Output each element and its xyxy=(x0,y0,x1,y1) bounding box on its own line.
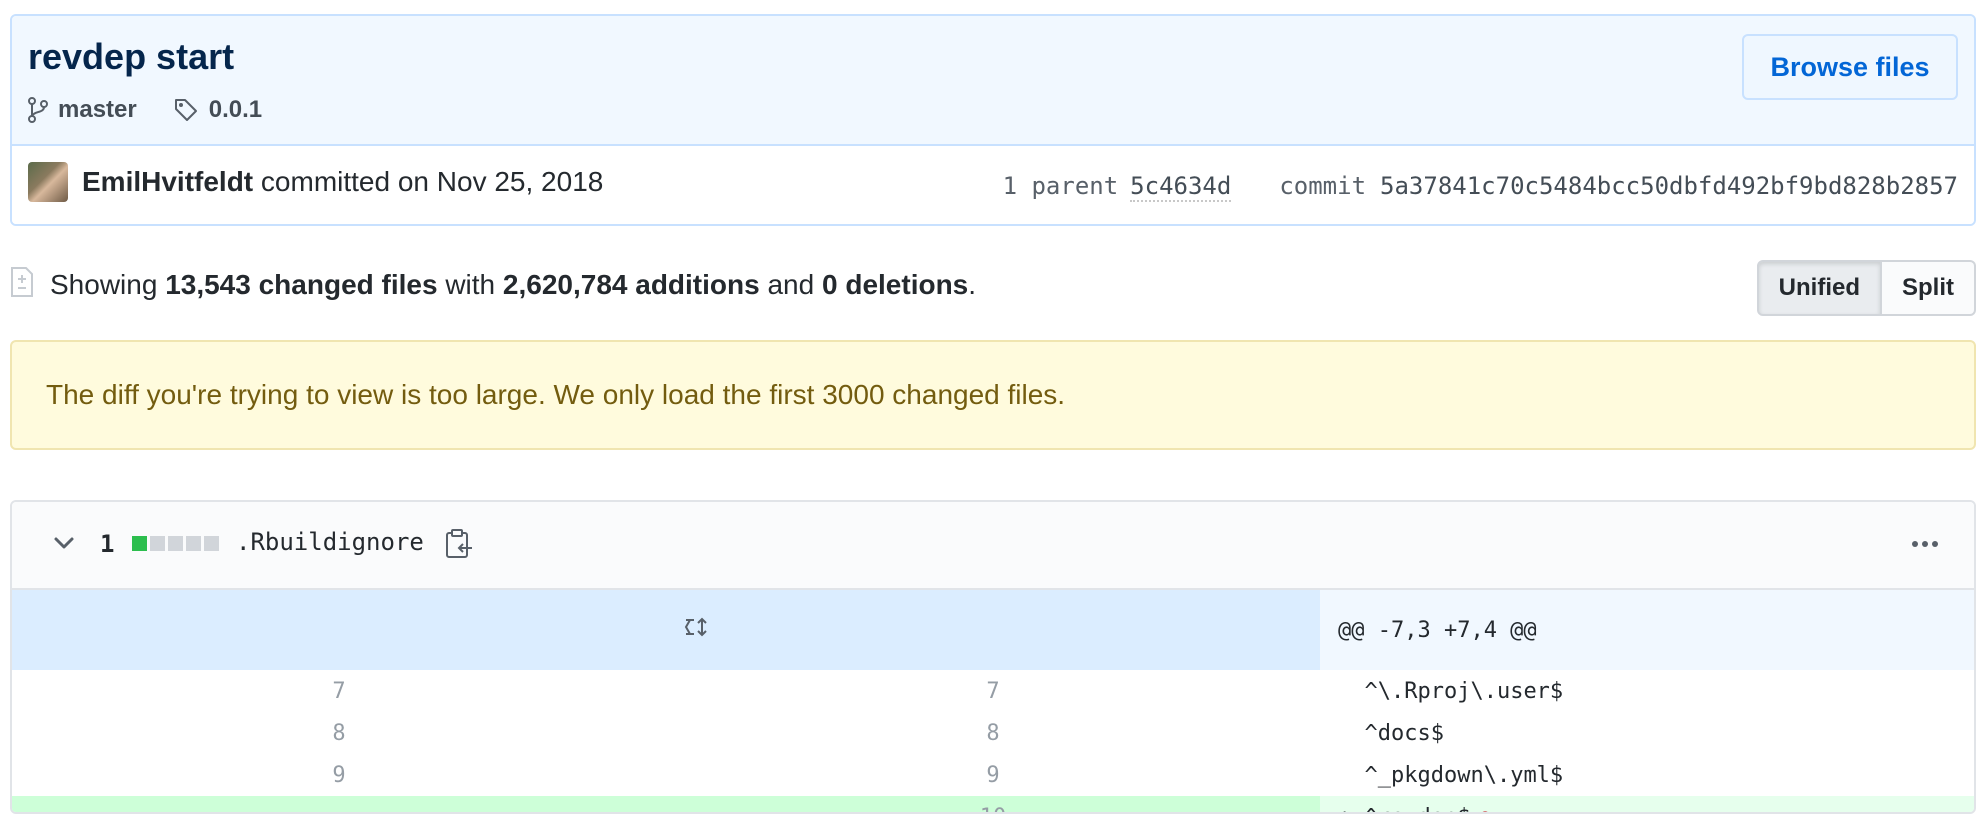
more-options-icon[interactable] xyxy=(1910,532,1940,556)
diff-line-text: ^revdep$ xyxy=(1365,805,1471,813)
diffstat-neutral-block xyxy=(186,536,201,551)
branch-name: master xyxy=(58,96,137,123)
diff-line-text: ^_pkgdown\.yml$ xyxy=(1364,762,1564,788)
old-line-number[interactable] xyxy=(12,796,666,812)
branch-ref[interactable]: master xyxy=(28,96,137,124)
diff-marker xyxy=(1338,721,1351,746)
diff-line: 7 7 ^\.Rproj\.user$ xyxy=(12,670,1974,712)
diff-table: @@ -7,3 +7,4 @@ 7 7 ^\.Rproj\.user$ 8 8 … xyxy=(12,590,1974,813)
diff-line-addition: 10 + ^revdep$ ⊘↵ xyxy=(12,796,1974,813)
commit-author-line: EmilHvitfeldt committed on Nov 25, 2018 xyxy=(82,166,603,198)
tag-name: 0.0.1 xyxy=(208,96,263,123)
diffstat-neutral-block xyxy=(168,536,183,551)
hunk-header-text: @@ -7,3 +7,4 @@ xyxy=(1320,590,1974,670)
hunk-header-row: @@ -7,3 +7,4 @@ xyxy=(12,590,1974,670)
diff-line-text: ^\.Rproj\.user$ xyxy=(1364,678,1564,704)
diffstat-addition-block xyxy=(132,536,147,551)
parent-sha-link[interactable]: 5c4634d xyxy=(1130,172,1232,202)
file-change-count: 1 xyxy=(100,530,115,558)
diffstat-neutral-block xyxy=(204,536,219,551)
commit-author-row: EmilHvitfeldt committed on Nov 25, 2018 … xyxy=(12,146,1974,224)
diff-line-code: ^\.Rproj\.user$ xyxy=(1320,670,1974,712)
summary-prefix: Showing xyxy=(50,269,158,300)
file-diff: 1 .Rbuildignore @@ -7,3 +7,4 @@ 7 7 ^\.R… xyxy=(10,500,1976,814)
old-line-number[interactable]: 9 xyxy=(12,754,666,796)
clipboard-copy-icon[interactable] xyxy=(444,528,474,560)
no-newline-icon: ⊘↵ xyxy=(1478,805,1505,813)
file-header: 1 .Rbuildignore xyxy=(12,502,1974,590)
diffstat-neutral-block xyxy=(150,536,165,551)
diff-too-large-warning: The diff you're trying to view is too la… xyxy=(10,340,1976,450)
expand-hunk-cell[interactable] xyxy=(12,590,1320,670)
diff-summary: Showing 13,543 changed files with 2,620,… xyxy=(10,258,1976,318)
avatar[interactable] xyxy=(28,162,68,202)
changed-files-count: 13,543 changed files xyxy=(165,269,438,300)
diff-view-toggle: Unified Split xyxy=(1756,260,1976,316)
parent-label: 1 parent xyxy=(1002,172,1119,200)
commit-title: revdep start xyxy=(28,36,235,77)
new-line-number[interactable]: 7 xyxy=(666,670,1320,712)
diff-marker: + xyxy=(1338,805,1351,813)
diff-marker xyxy=(1338,763,1351,788)
expand-icon[interactable] xyxy=(682,616,712,638)
git-branch-icon xyxy=(28,97,48,123)
diff-line-code: + ^revdep$ ⊘↵ xyxy=(1320,796,1974,813)
old-line-number[interactable]: 7 xyxy=(12,670,666,712)
diff-line-code: ^_pkgdown\.yml$ xyxy=(1320,754,1974,796)
diff-line-text: ^docs$ xyxy=(1364,720,1444,746)
file-diff-icon xyxy=(11,267,33,297)
commit-label: commit xyxy=(1279,172,1367,200)
chevron-down-icon[interactable] xyxy=(52,534,76,552)
old-line-number[interactable]: 8 xyxy=(12,712,666,754)
browse-files-button[interactable]: Browse files xyxy=(1742,34,1958,100)
summary-and: and xyxy=(767,269,815,300)
file-name-link[interactable]: .Rbuildignore xyxy=(236,528,424,556)
commit-header: revdep start master 0.0.1 Browse files E… xyxy=(10,14,1976,226)
diffstat-blocks xyxy=(132,536,222,551)
summary-with: with xyxy=(445,269,496,300)
split-view-button[interactable]: Split xyxy=(1882,260,1976,316)
commit-page: revdep start master 0.0.1 Browse files E… xyxy=(0,0,1986,840)
commit-refs: master 0.0.1 xyxy=(28,96,298,124)
diff-marker xyxy=(1338,679,1351,704)
committed-date: committed on Nov 25, 2018 xyxy=(260,166,604,197)
additions-count: 2,620,784 additions xyxy=(502,269,760,300)
diff-line-code: ^docs$ xyxy=(1320,712,1974,754)
deletions-count: 0 deletions xyxy=(821,269,969,300)
summary-suffix: . xyxy=(968,269,977,300)
tag-ref[interactable]: 0.0.1 xyxy=(173,96,262,124)
tag-icon xyxy=(174,99,197,121)
commit-shas: 1 parent 5c4634d commit 5a37841c70c5484b… xyxy=(1003,172,1958,202)
diff-line: 9 9 ^_pkgdown\.yml$ xyxy=(12,754,1974,796)
commit-title-area: revdep start master 0.0.1 Browse files xyxy=(12,16,1974,146)
new-line-number[interactable]: 10 xyxy=(666,796,1320,812)
new-line-number[interactable]: 8 xyxy=(666,712,1320,754)
diff-summary-text: Showing 13,543 changed files with 2,620,… xyxy=(50,269,976,301)
new-line-number[interactable]: 9 xyxy=(666,754,1320,796)
unified-view-button[interactable]: Unified xyxy=(1756,260,1882,316)
author-link[interactable]: EmilHvitfeldt xyxy=(82,166,253,197)
diff-line: 8 8 ^docs$ xyxy=(12,712,1974,754)
commit-sha: 5a37841c70c5484bcc50dbfd492bf9bd828b2857 xyxy=(1380,172,1958,200)
